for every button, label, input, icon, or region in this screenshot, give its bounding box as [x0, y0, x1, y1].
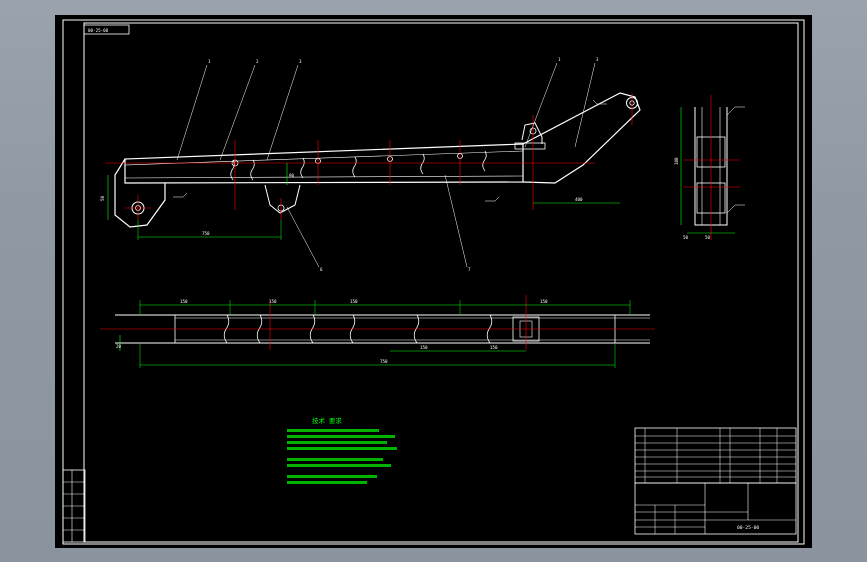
front-balloon-2: 2: [256, 59, 259, 64]
front-dim-pin: 90: [289, 173, 295, 178]
title-code: 00-25-00: [737, 525, 759, 531]
side-dim-base-left: 50: [683, 235, 689, 240]
front-balloon-6: 6: [320, 267, 323, 272]
code-box-text: 00-25-00: [88, 28, 109, 33]
front-dim-length-right: 400: [575, 197, 583, 202]
front-balloon-3: 3: [299, 59, 302, 64]
front-balloon-4: 1: [558, 57, 561, 62]
front-balloon-1: 1: [208, 59, 211, 64]
title-block[interactable]: 00-25-00: [634, 427, 797, 535]
notes-title: 技术 要求: [312, 416, 342, 425]
plan-dim-top-4: 150: [540, 299, 548, 304]
front-view[interactable]: 50 750 400 90 1 2 3 1 3 6 7: [100, 57, 641, 272]
side-view[interactable]: 100 50 50: [674, 95, 745, 240]
plan-dim-overall: 750: [380, 359, 388, 364]
technical-notes: 技术 要求: [287, 416, 397, 484]
plan-view[interactable]: 150 150 150 150 150 150 750 20: [100, 295, 655, 368]
outer-border: [62, 19, 805, 545]
code-box: 00-25-00: [83, 24, 130, 35]
plan-dim-mid-2: 150: [490, 345, 498, 350]
front-dim-length-left: 750: [202, 231, 210, 236]
plan-dim-mid-1: 150: [420, 345, 428, 350]
plan-dim-top-3: 150: [350, 299, 358, 304]
front-balloon-5: 3: [596, 57, 599, 62]
side-dim-height: 100: [674, 157, 679, 165]
left-strip: [62, 469, 86, 543]
cad-viewport[interactable]: 00-25-00 50 750 400 90 1 2 3 1 3 6 7 100…: [55, 15, 812, 548]
cad-drawing: 00-25-00 50 750 400 90 1 2 3 1 3 6 7 100…: [62, 19, 805, 545]
plan-dim-top-1: 150: [180, 299, 188, 304]
plan-dim-top-2: 150: [269, 299, 277, 304]
side-dim-base-right: 50: [705, 235, 711, 240]
front-balloon-7: 7: [468, 267, 471, 272]
plan-dim-width: 20: [116, 344, 122, 349]
front-dim-height: 50: [100, 195, 105, 201]
